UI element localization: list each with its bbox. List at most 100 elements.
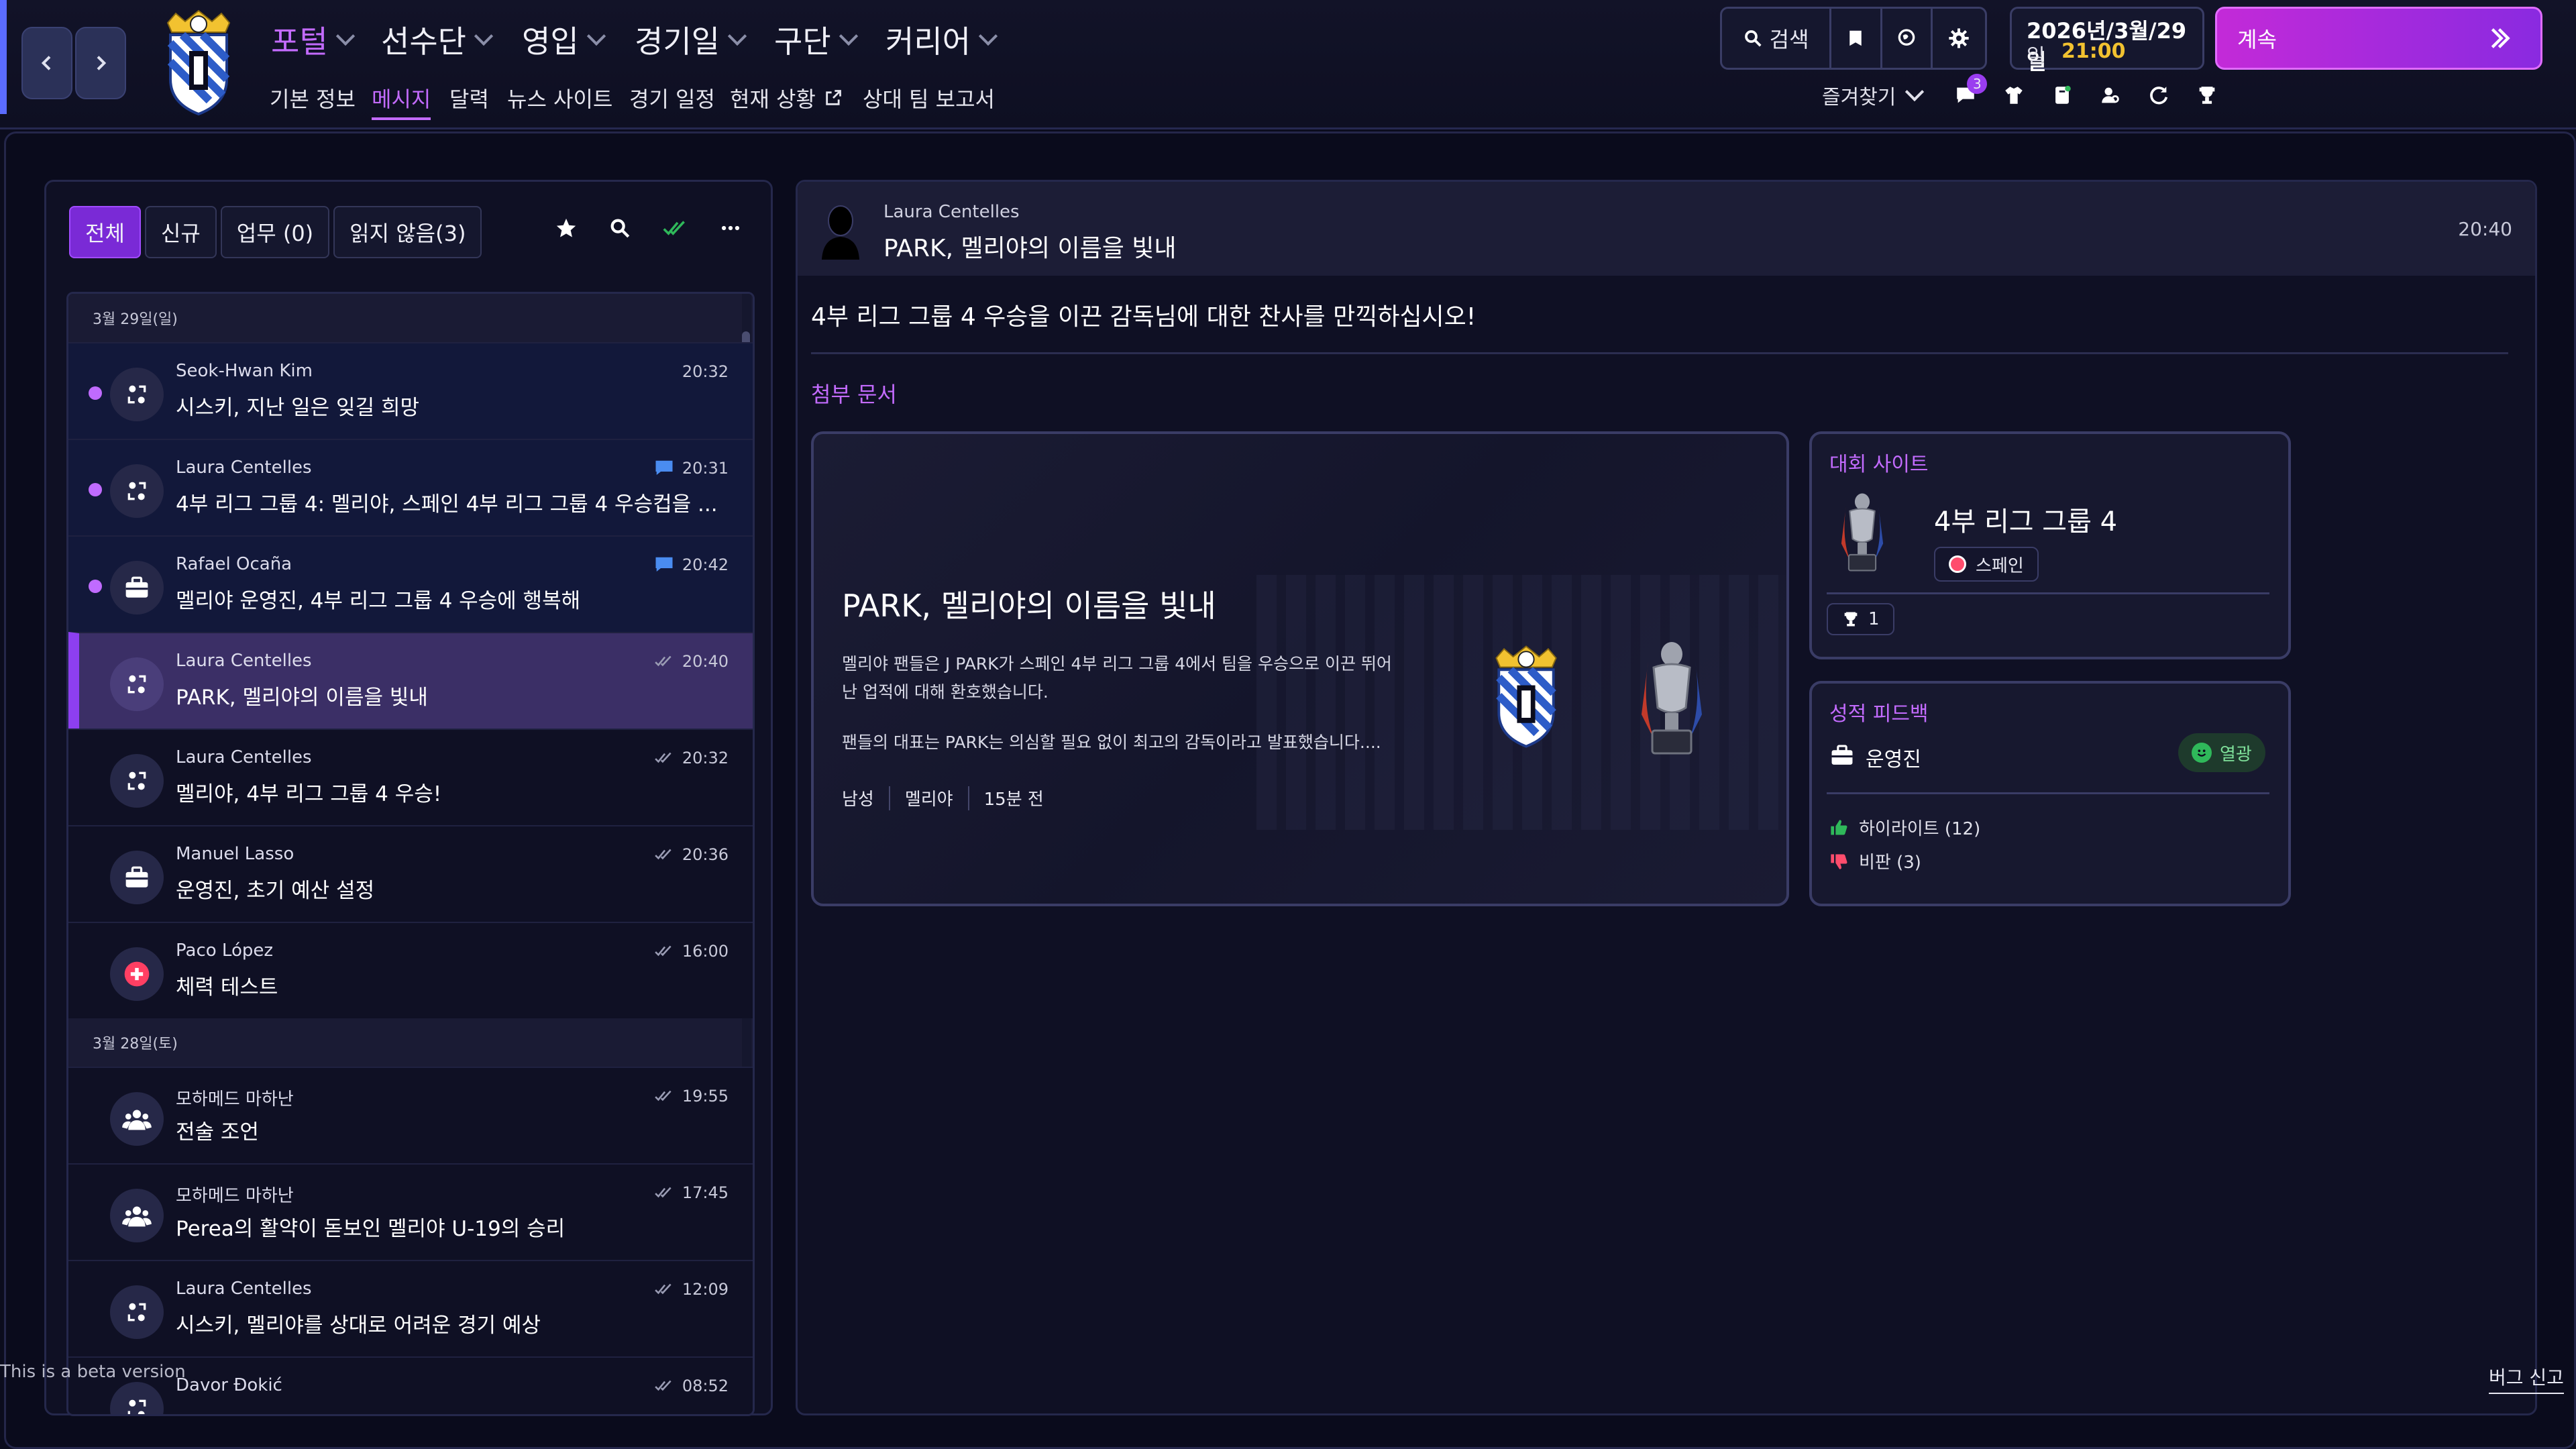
- message-row[interactable]: Manuel Lasso 운영진, 초기 예산 설정 20:36: [68, 825, 753, 922]
- refresh-button[interactable]: [2143, 79, 2175, 111]
- message-time: 20:40: [682, 652, 729, 671]
- filter-tasks[interactable]: 업무 (0): [220, 206, 330, 258]
- more-options-icon[interactable]: [718, 217, 743, 239]
- favorites-dropdown[interactable]: 즐겨찾기: [1822, 80, 1925, 110]
- unread-dot: [89, 483, 102, 496]
- settings-button[interactable]: [1933, 9, 1985, 68]
- chevron-down-icon: [839, 26, 858, 46]
- trophy-button[interactable]: [2191, 79, 2223, 111]
- briefcase-icon: [1831, 745, 1853, 765]
- submenu-messages[interactable]: 메시지: [372, 83, 431, 120]
- staff-icon: [110, 1092, 164, 1146]
- briefcase-icon: [110, 851, 164, 904]
- message-time-wrap: 08:52: [654, 1377, 729, 1395]
- message-row-selected[interactable]: Laura Centelles PARK, 멜리야의 이름을 빛내 20:40: [68, 632, 753, 729]
- submenu-fixtures[interactable]: 경기 일정: [629, 83, 715, 113]
- message-time: 20:32: [682, 362, 729, 381]
- feedback-highlights[interactable]: 하이라이트 (12): [1829, 815, 1980, 840]
- mark-all-read-icon[interactable]: [662, 217, 688, 239]
- submenu-current-status[interactable]: 현재 상황: [730, 83, 843, 113]
- message-row[interactable]: Paco López 체력 테스트 16:00: [68, 922, 753, 1018]
- notebook-button[interactable]: [1831, 9, 1882, 68]
- unread-dot: [89, 580, 102, 593]
- top-bar: 포털 선수단 영입 경기일 구단 커리어 기본 정보 메시지 달력 뉴스 사이트…: [0, 0, 2576, 129]
- filter-new[interactable]: 신규: [144, 206, 217, 258]
- star-icon[interactable]: [555, 217, 578, 239]
- trophy-icon: [1844, 612, 1858, 627]
- continue-button[interactable]: 계속: [2215, 7, 2542, 70]
- unread-dot: [89, 386, 102, 400]
- shirt-icon: [2005, 87, 2023, 104]
- world-button[interactable]: [1882, 9, 1933, 68]
- chat-icon: [655, 460, 673, 475]
- transfer-icon: [110, 1285, 164, 1339]
- menu-club[interactable]: 구단: [774, 17, 858, 62]
- performance-feedback-card[interactable]: 성적 피드백 운영진 열광 하이라이트 (12) 비판 (3): [1809, 681, 2291, 906]
- message-time-wrap: 20:40: [654, 652, 729, 671]
- message-row[interactable]: 모하메드 마하난 Perea의 활약이 돋보인 멜리야 U-19의 승리 17:45: [68, 1163, 753, 1260]
- message-row[interactable]: 모하메드 마하난 전술 조언 19:55: [68, 1067, 753, 1163]
- message-sender: Manuel Lasso: [176, 844, 294, 864]
- notification-badge: 3: [1967, 74, 1988, 94]
- chevron-down-icon: [335, 26, 355, 46]
- competition-country-tag[interactable]: 스페인: [1934, 547, 2039, 582]
- clipboard-button[interactable]: [2046, 79, 2078, 111]
- game-time: 21:00: [2061, 40, 2126, 63]
- feedback-status-badge: 열광: [2178, 733, 2265, 772]
- search-icon[interactable]: [608, 217, 631, 239]
- message-sender: Laura Centelles: [883, 202, 1020, 222]
- message-sender: 모하메드 마하난: [176, 1089, 294, 1110]
- club-crest-icon[interactable]: [156, 9, 241, 117]
- message-list: 3월 29일(일) Seok-Hwan Kim 시스키, 지난 일은 잊길 희망 20…: [66, 292, 755, 1416]
- read-check-icon: [655, 849, 672, 860]
- message-row[interactable]: Laura Centelles 멜리야, 4부 리그 그룹 4 우승! 20:32: [68, 729, 753, 825]
- feedback-criticism[interactable]: 비판 (3): [1829, 849, 1921, 873]
- game-date-display[interactable]: 2026년/3월/29일 일 21:00: [2010, 7, 2204, 74]
- chat-notification-button[interactable]: 3: [1949, 74, 1988, 111]
- staff-button[interactable]: [2094, 79, 2127, 111]
- back-button[interactable]: [21, 27, 72, 99]
- transfer-icon: [110, 368, 164, 421]
- smiley-icon: [2192, 743, 2212, 763]
- submenu-opponent-report[interactable]: 상대 팀 보고서: [863, 83, 995, 113]
- globe-hand-icon: [1898, 29, 1915, 46]
- menu-career[interactable]: 커리어: [885, 17, 998, 62]
- message-time-wrap: 17:45: [654, 1183, 729, 1202]
- menu-transfers[interactable]: 영입: [522, 17, 606, 62]
- search-button[interactable]: 검색: [1722, 9, 1832, 68]
- message-row[interactable]: Laura Centelles 시스키, 멜리야를 상대로 어려운 경기 예상 12…: [68, 1260, 753, 1356]
- message-sender: Paco López: [176, 941, 273, 961]
- news-attachment-card[interactable]: PARK, 멜리야의 이름을 빛내 멜리야 팬들은 J PARK가 스페인 4부…: [811, 431, 1789, 906]
- briefcase-icon: [110, 561, 164, 614]
- thumbs-up-icon: [1831, 819, 1847, 835]
- submenu-calendar[interactable]: 달력: [449, 83, 489, 113]
- message-row[interactable]: Rafael Ocaña 멜리야 운영진, 4부 리그 그룹 4 우승에 행복해 2…: [68, 535, 753, 632]
- forward-button[interactable]: [75, 27, 126, 99]
- competition-card[interactable]: 대회 사이트 4부 리그 그룹 4 스페인 1: [1809, 431, 2291, 659]
- filter-unread[interactable]: 읽지 않음(3): [333, 206, 482, 258]
- news-paragraph-2: 팬들의 대표는 PARK는 의심할 필요 없이 최고의 감독이라고 발표했습니다…: [842, 733, 1381, 752]
- tag-separator: [967, 786, 969, 810]
- menu-matchday[interactable]: 경기일: [635, 17, 747, 62]
- chevron-left-icon: [41, 56, 51, 70]
- bug-report-link[interactable]: 버그 신고: [2489, 1363, 2564, 1394]
- filter-all[interactable]: 전체: [69, 206, 141, 258]
- double-chevron-right-icon: [2491, 28, 2510, 48]
- league-trophy-icon: [1841, 493, 1884, 572]
- menu-squad[interactable]: 선수단: [381, 17, 494, 62]
- transfer-icon: [110, 657, 164, 711]
- country-flag-icon: [1949, 555, 1966, 573]
- message-header: Laura Centelles PARK, 멜리야의 이름을 빛내 20:40: [798, 182, 2535, 276]
- message-sender: Rafael Ocaña: [176, 554, 292, 574]
- message-row[interactable]: Seok-Hwan Kim 시스키, 지난 일은 잊길 희망 20:32: [68, 342, 753, 439]
- submenu-news[interactable]: 뉴스 사이트: [507, 83, 612, 113]
- divider: [1827, 792, 2269, 794]
- message-time-wrap: 12:09: [654, 1280, 729, 1299]
- trophy-count-tag: 1: [1827, 603, 1894, 635]
- menu-portal[interactable]: 포털: [271, 17, 355, 62]
- message-sender: Seok-Hwan Kim: [176, 361, 313, 381]
- feedback-card-title: 성적 피드백: [1829, 702, 1929, 726]
- submenu-overview[interactable]: 기본 정보: [270, 83, 356, 113]
- kit-button[interactable]: [1998, 79, 2030, 111]
- message-row[interactable]: Laura Centelles 4부 리그 그룹 4: 멜리야, 스페인 4부 리…: [68, 439, 753, 535]
